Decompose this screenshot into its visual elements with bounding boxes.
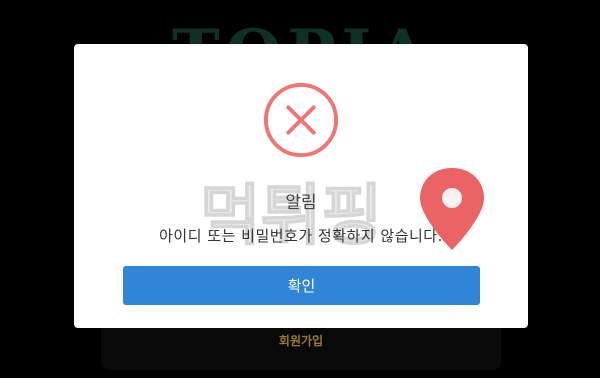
error-x-icon (263, 82, 339, 158)
modal-title: 알림 (285, 193, 317, 213)
modal-message: 아이디 또는 비밀번호가 정확하지 않습니다. (159, 227, 443, 245)
alert-modal: 먹튀핑 알림 아이디 또는 비밀번호가 정확하지 않습니다. 확인 (74, 44, 528, 328)
confirm-button[interactable]: 확인 (123, 266, 480, 305)
